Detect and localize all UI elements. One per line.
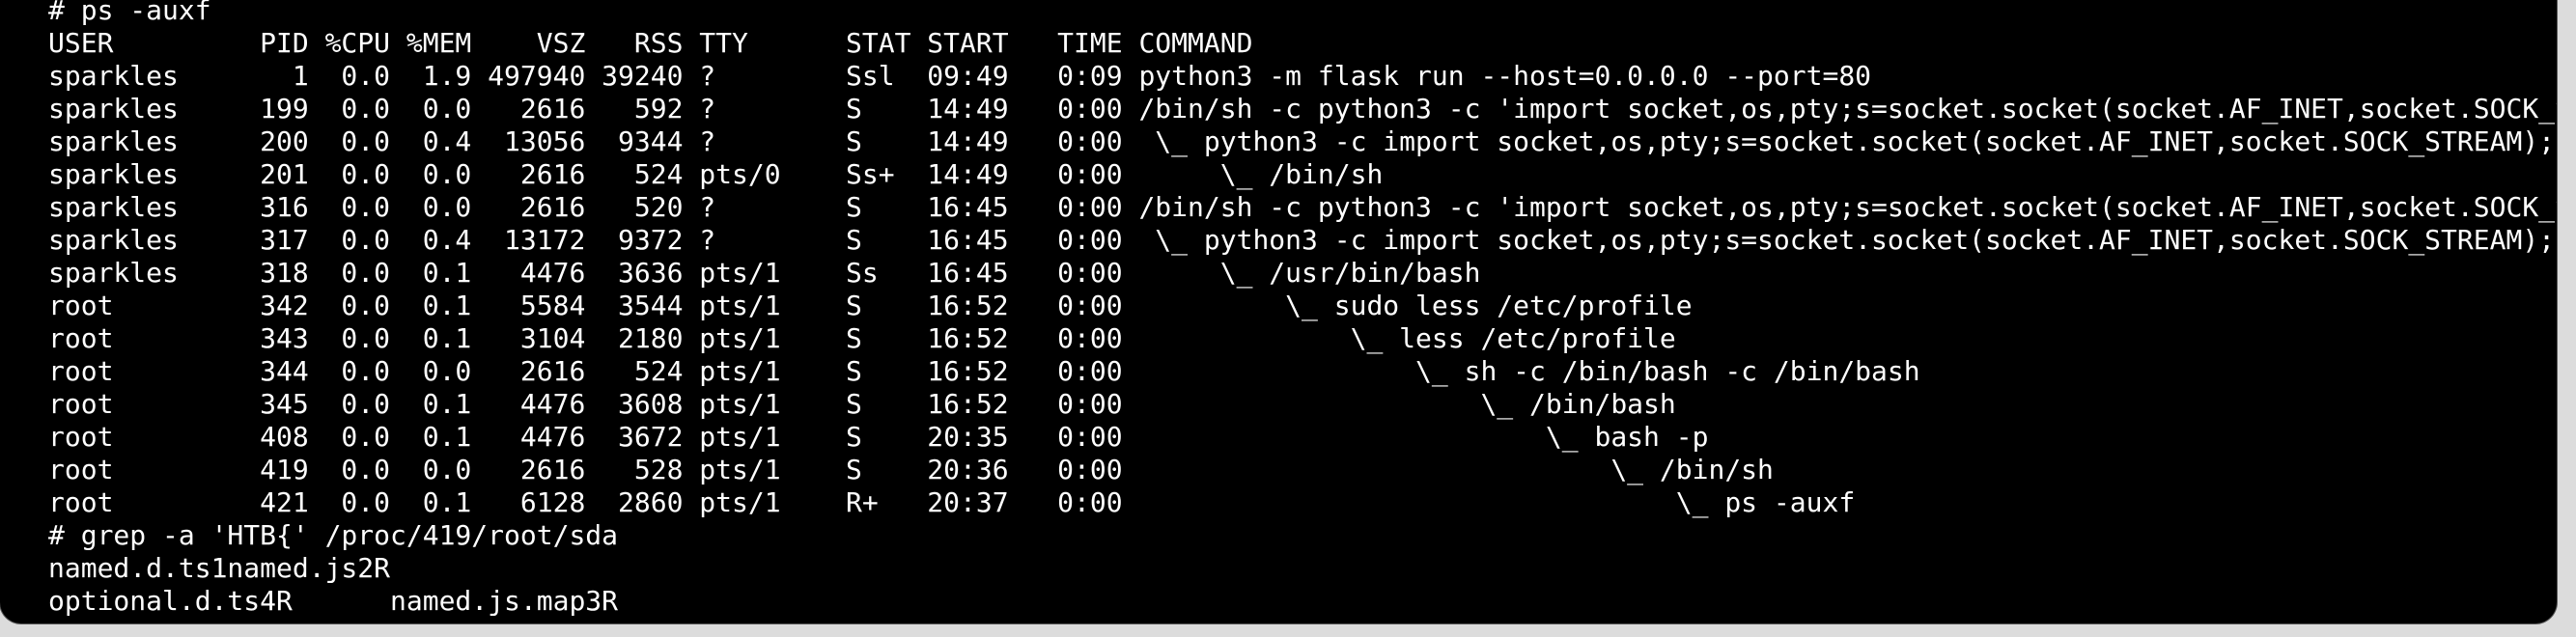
ps-table-header: USER PID %CPU %MEM VSZ RSS TTY STAT STAR… — [48, 27, 1253, 59]
process-row: sparkles 316 0.0 0.0 2616 520 ? S 16:45 … — [48, 191, 2557, 223]
process-row: sparkles 317 0.0 0.4 13172 9372 ? S 16:4… — [48, 224, 2557, 256]
process-row: root 344 0.0 0.0 2616 524 pts/1 S 16:52 … — [48, 355, 1920, 387]
process-row: root 408 0.0 0.1 4476 3672 pts/1 S 20:35… — [48, 421, 1709, 453]
process-row: root 345 0.0 0.1 4476 3608 pts/1 S 16:52… — [48, 388, 1676, 420]
terminal-output[interactable]: # ps -auxf USER PID %CPU %MEM VSZ RSS TTY… — [48, 0, 2557, 618]
terminal-window[interactable]: # ps -auxf USER PID %CPU %MEM VSZ RSS TTY… — [0, 0, 2557, 623]
command-output-line: optional.d.ts4R named.js.map3R — [48, 585, 619, 617]
process-row: root 421 0.0 0.1 6128 2860 pts/1 R+ 20:3… — [48, 486, 1856, 518]
process-row: sparkles 318 0.0 0.1 4476 3636 pts/1 Ss … — [48, 257, 1481, 289]
process-row: root 419 0.0 0.0 2616 528 pts/1 S 20:36 … — [48, 454, 1774, 485]
process-row: root 342 0.0 0.1 5584 3544 pts/1 S 16:52… — [48, 290, 1693, 321]
process-row: root 343 0.0 0.1 3104 2180 pts/1 S 16:52… — [48, 322, 1676, 354]
terminal-line: # ps -auxf — [48, 0, 211, 26]
process-row: sparkles 199 0.0 0.0 2616 592 ? S 14:49 … — [48, 93, 2557, 125]
process-row: sparkles 1 0.0 1.9 497940 39240 ? Ssl 09… — [48, 60, 1872, 92]
process-row: sparkles 200 0.0 0.4 13056 9344 ? S 14:4… — [48, 125, 2557, 157]
process-row: sparkles 201 0.0 0.0 2616 524 pts/0 Ss+ … — [48, 158, 1384, 190]
command-output-line: named.d.ts1named.js2R — [48, 552, 391, 584]
command-prompt-line: # grep -a 'HTB{' /proc/419/root/sda — [48, 519, 619, 551]
